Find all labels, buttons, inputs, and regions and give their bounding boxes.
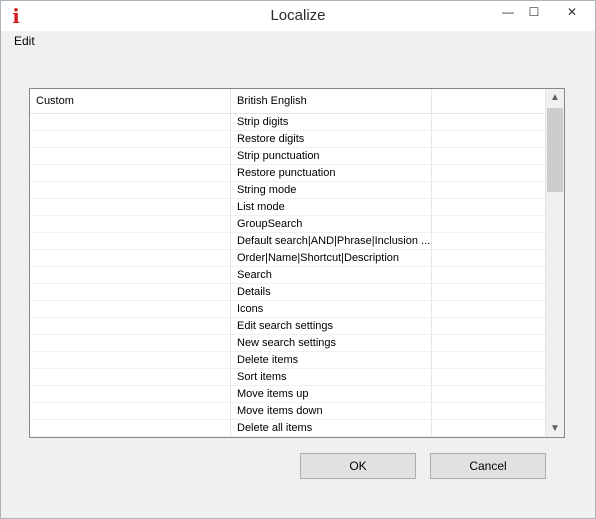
cell-extra[interactable]	[432, 182, 546, 199]
cell-extra[interactable]	[432, 403, 546, 420]
cell-extra[interactable]	[432, 352, 546, 369]
close-button[interactable]: ✕	[549, 1, 595, 23]
cell-british-english[interactable]: Restore digits	[231, 131, 432, 148]
table-row[interactable]: New search settings	[30, 335, 546, 352]
table-row[interactable]: Search	[30, 267, 546, 284]
cell-custom[interactable]	[30, 335, 231, 352]
cell-british-english[interactable]: Search	[231, 267, 432, 284]
cell-extra[interactable]	[432, 216, 546, 233]
cell-custom[interactable]	[30, 165, 231, 182]
maximize-button[interactable]: ☐	[519, 1, 549, 23]
table-row[interactable]: Icons	[30, 301, 546, 318]
table-row[interactable]: Strip punctuation	[30, 148, 546, 165]
cell-custom[interactable]	[30, 352, 231, 369]
scroll-thumb[interactable]	[547, 108, 563, 192]
grid-header: Custom British English	[30, 89, 546, 114]
cell-extra[interactable]	[432, 369, 546, 386]
cell-british-english[interactable]: Icons	[231, 301, 432, 318]
cell-extra[interactable]	[432, 131, 546, 148]
cell-custom[interactable]	[30, 301, 231, 318]
table-row[interactable]: Strip digits	[30, 114, 546, 131]
cell-custom[interactable]	[30, 403, 231, 420]
cell-extra[interactable]	[432, 233, 546, 250]
cell-custom[interactable]	[30, 250, 231, 267]
cell-extra[interactable]	[432, 148, 546, 165]
table-row[interactable]: Restore punctuation	[30, 165, 546, 182]
cell-custom[interactable]	[30, 131, 231, 148]
localize-window: i Localize — ☐ ✕ Edit Custom British Eng…	[0, 0, 596, 519]
table-row[interactable]: Move items up	[30, 386, 546, 403]
cell-british-english[interactable]: Strip punctuation	[231, 148, 432, 165]
cell-british-english[interactable]: Move items up	[231, 386, 432, 403]
cell-british-english[interactable]: Strip digits	[231, 114, 432, 131]
cell-british-english[interactable]: New search settings	[231, 335, 432, 352]
table-row[interactable]: Restore digits	[30, 131, 546, 148]
cell-custom[interactable]	[30, 182, 231, 199]
column-header-british-english[interactable]: British English	[231, 89, 432, 113]
cell-extra[interactable]	[432, 386, 546, 403]
vertical-scrollbar[interactable]: ▲ ▼	[546, 89, 564, 437]
cell-british-english[interactable]: Details	[231, 284, 432, 301]
cell-custom[interactable]	[30, 369, 231, 386]
table-row[interactable]: Default search|AND|Phrase|Inclusion ...	[30, 233, 546, 250]
cell-extra[interactable]	[432, 165, 546, 182]
cell-extra[interactable]	[432, 284, 546, 301]
table-row[interactable]: List mode	[30, 199, 546, 216]
table-row[interactable]: Move items down	[30, 403, 546, 420]
cell-extra[interactable]	[432, 420, 546, 437]
cell-extra[interactable]	[432, 250, 546, 267]
table-row[interactable]: Delete items	[30, 352, 546, 369]
cell-custom[interactable]	[30, 148, 231, 165]
cell-british-english[interactable]: Move items down	[231, 403, 432, 420]
cell-custom[interactable]	[30, 114, 231, 131]
column-header-custom[interactable]: Custom	[30, 89, 231, 113]
cell-british-english[interactable]: Restore punctuation	[231, 165, 432, 182]
table-row[interactable]: Edit search settings	[30, 318, 546, 335]
table-row[interactable]: String mode	[30, 182, 546, 199]
table-row[interactable]: Delete all items	[30, 420, 546, 437]
cell-extra[interactable]	[432, 301, 546, 318]
menu-edit[interactable]: Edit	[10, 32, 39, 50]
cancel-button[interactable]: Cancel	[430, 453, 546, 479]
cell-british-english[interactable]: GroupSearch	[231, 216, 432, 233]
cell-custom[interactable]	[30, 318, 231, 335]
cell-british-english[interactable]: Order|Name|Shortcut|Description	[231, 250, 432, 267]
table-row[interactable]: Details	[30, 284, 546, 301]
table-row[interactable]: GroupSearch	[30, 216, 546, 233]
cell-british-english[interactable]: List mode	[231, 199, 432, 216]
ok-button[interactable]: OK	[300, 453, 416, 479]
cell-custom[interactable]	[30, 284, 231, 301]
table-row[interactable]: Sort items	[30, 369, 546, 386]
cell-british-english[interactable]: String mode	[231, 182, 432, 199]
cell-custom[interactable]	[30, 199, 231, 216]
scroll-up-icon[interactable]: ▲	[546, 89, 564, 106]
localization-grid[interactable]: Custom British English Strip digits Resto…	[29, 88, 565, 438]
cell-british-english[interactable]: Delete items	[231, 352, 432, 369]
menu-bar: Edit	[1, 32, 595, 50]
cell-custom[interactable]	[30, 267, 231, 284]
cell-custom[interactable]	[30, 233, 231, 250]
cell-extra[interactable]	[432, 267, 546, 284]
cell-extra[interactable]	[432, 318, 546, 335]
cell-british-english[interactable]: Edit search settings	[231, 318, 432, 335]
cell-extra[interactable]	[432, 114, 546, 131]
column-header-empty[interactable]	[432, 89, 546, 113]
cell-extra[interactable]	[432, 335, 546, 352]
scroll-down-icon[interactable]: ▼	[546, 420, 564, 437]
cell-custom[interactable]	[30, 386, 231, 403]
cell-extra[interactable]	[432, 199, 546, 216]
cell-custom[interactable]	[30, 216, 231, 233]
cell-british-english[interactable]: Sort items	[231, 369, 432, 386]
cell-british-english[interactable]: Default search|AND|Phrase|Inclusion ...	[231, 233, 432, 250]
table-row[interactable]: Order|Name|Shortcut|Description	[30, 250, 546, 267]
grid-rows: Strip digits Restore digits Strip punctuat…	[30, 114, 546, 437]
title-bar[interactable]: i Localize — ☐ ✕	[1, 1, 595, 31]
cell-custom[interactable]	[30, 420, 231, 437]
cell-british-english[interactable]: Delete all items	[231, 420, 432, 437]
